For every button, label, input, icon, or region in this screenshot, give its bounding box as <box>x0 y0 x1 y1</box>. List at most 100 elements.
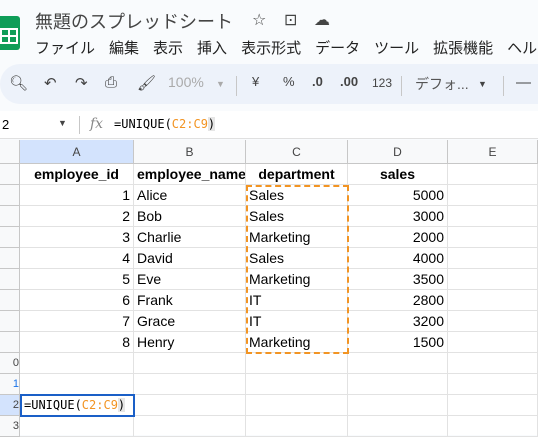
font-dropdown-icon[interactable]: ▼ <box>478 79 487 89</box>
sheets-logo[interactable] <box>0 16 20 50</box>
cell[interactable]: 4 <box>20 248 134 269</box>
cell[interactable] <box>246 353 348 374</box>
cell[interactable]: 4000 <box>348 248 448 269</box>
header-cell[interactable] <box>448 164 538 185</box>
cell[interactable]: 2800 <box>348 290 448 311</box>
cell[interactable] <box>246 416 348 437</box>
menu-file[interactable]: ファイル <box>35 37 95 58</box>
cell[interactable] <box>348 374 448 395</box>
cell[interactable]: 6 <box>20 290 134 311</box>
cell[interactable] <box>134 416 246 437</box>
header-cell[interactable]: employee_name <box>134 164 246 185</box>
row-header[interactable] <box>0 164 20 185</box>
column-header-a[interactable]: A <box>20 140 134 164</box>
move-folder-icon[interactable]: ⊡ <box>284 10 297 30</box>
menu-view[interactable]: 表示 <box>153 37 183 58</box>
cloud-saved-icon[interactable]: ☁ <box>314 10 330 30</box>
increase-decimal-button[interactable]: .00 <box>340 74 358 89</box>
column-header-c[interactable]: C <box>246 140 348 164</box>
row-header[interactable] <box>0 185 20 206</box>
column-header-e[interactable]: E <box>448 140 538 164</box>
currency-button[interactable]: ¥ <box>252 74 259 89</box>
cell[interactable] <box>134 395 246 416</box>
column-header-b[interactable]: B <box>134 140 246 164</box>
formula-input[interactable]: =UNIQUE(C2:C9) <box>114 117 216 131</box>
row-header[interactable] <box>0 269 20 290</box>
cell[interactable]: Bob <box>134 206 246 227</box>
cell[interactable]: Frank <box>134 290 246 311</box>
cell[interactable] <box>246 374 348 395</box>
cell[interactable] <box>448 269 538 290</box>
cell[interactable] <box>348 416 448 437</box>
cell[interactable] <box>134 374 246 395</box>
menu-tools[interactable]: ツール <box>374 37 419 58</box>
number-format-button[interactable]: 123 <box>372 76 392 90</box>
header-cell[interactable]: sales <box>348 164 448 185</box>
cell[interactable] <box>20 374 134 395</box>
cell[interactable] <box>448 290 538 311</box>
cell[interactable] <box>348 395 448 416</box>
zoom-dropdown-icon[interactable]: ▼ <box>216 79 225 89</box>
font-select[interactable]: デフォ... <box>415 74 469 94</box>
header-cell[interactable]: employee_id <box>20 164 134 185</box>
column-header-d[interactable]: D <box>348 140 448 164</box>
cell[interactable]: David <box>134 248 246 269</box>
menu-insert[interactable]: 挿入 <box>197 37 227 58</box>
cell[interactable]: 8 <box>20 332 134 353</box>
cell[interactable]: Eve <box>134 269 246 290</box>
select-all-corner[interactable] <box>0 140 20 164</box>
row-header[interactable] <box>0 206 20 227</box>
row-header[interactable]: 1 <box>0 374 20 395</box>
percent-button[interactable]: % <box>283 74 295 89</box>
search-icon[interactable]: 🔍︎ <box>9 74 28 92</box>
menu-edit[interactable]: 編集 <box>109 37 139 58</box>
cell[interactable] <box>448 374 538 395</box>
cell[interactable]: 3 <box>20 227 134 248</box>
name-box-dropdown-icon[interactable]: ▼ <box>58 118 67 128</box>
cell[interactable]: Henry <box>134 332 246 353</box>
header-cell[interactable]: department <box>246 164 348 185</box>
cell[interactable] <box>448 206 538 227</box>
cell[interactable] <box>448 353 538 374</box>
zoom-select[interactable]: 100% <box>168 74 204 90</box>
cell[interactable] <box>134 353 246 374</box>
cell[interactable]: 7 <box>20 311 134 332</box>
row-header[interactable] <box>0 332 20 353</box>
cell[interactable] <box>448 311 538 332</box>
cell[interactable] <box>448 332 538 353</box>
cell[interactable] <box>448 416 538 437</box>
cell[interactable] <box>20 353 134 374</box>
cell[interactable] <box>448 227 538 248</box>
menu-help[interactable]: ヘルプ <box>507 37 538 58</box>
cell[interactable] <box>20 416 134 437</box>
cell[interactable] <box>448 248 538 269</box>
cell[interactable]: Alice <box>134 185 246 206</box>
menu-data[interactable]: データ <box>315 37 360 58</box>
row-header[interactable] <box>0 290 20 311</box>
cell[interactable]: 2 <box>20 206 134 227</box>
active-cell-editor[interactable]: =UNIQUE(C2:C9) <box>20 394 135 417</box>
cell[interactable]: Grace <box>134 311 246 332</box>
menu-extensions[interactable]: 拡張機能 <box>433 37 493 58</box>
star-icon[interactable]: ☆ <box>252 10 266 30</box>
cell[interactable]: 1 <box>20 185 134 206</box>
row-header[interactable] <box>0 248 20 269</box>
paint-format-icon[interactable]: 🖌︎ <box>137 74 156 92</box>
cell[interactable]: 5000 <box>348 185 448 206</box>
cell[interactable]: Charlie <box>134 227 246 248</box>
cell[interactable] <box>348 353 448 374</box>
cell[interactable]: 2000 <box>348 227 448 248</box>
row-header[interactable]: 3 <box>0 416 20 437</box>
cell[interactable]: 5 <box>20 269 134 290</box>
print-icon[interactable]: ⎙ <box>105 74 117 91</box>
row-header[interactable]: 0 <box>0 353 20 374</box>
name-box[interactable]: 2 <box>2 117 9 132</box>
row-header[interactable] <box>0 227 20 248</box>
redo-icon[interactable]: ↷ <box>75 74 88 92</box>
cell[interactable]: 3200 <box>348 311 448 332</box>
menu-format[interactable]: 表示形式 <box>241 37 301 58</box>
cell[interactable]: 3500 <box>348 269 448 290</box>
spreadsheet-grid[interactable]: A B C D Eemployee_id employee_name department s… <box>0 140 538 437</box>
document-title[interactable]: 無題のスプレッドシート <box>35 8 233 34</box>
decrease-decimal-button[interactable]: .0 <box>312 74 323 89</box>
